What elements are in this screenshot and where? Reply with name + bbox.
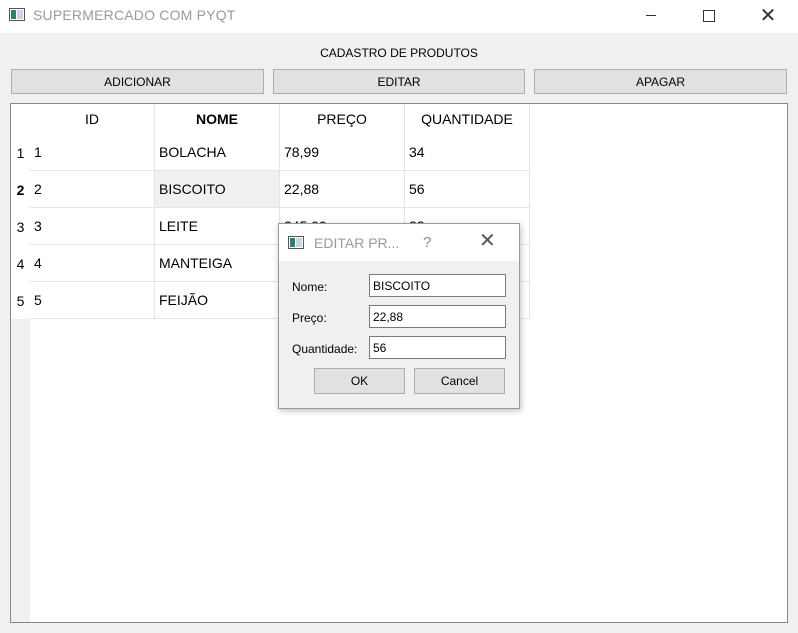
table-cell[interactable]: MANTEIGA	[155, 245, 280, 282]
help-icon[interactable]: ?	[423, 234, 431, 251]
table-cell[interactable]: 56	[405, 171, 530, 208]
edit-button[interactable]: EDITAR	[273, 69, 525, 94]
delete-button[interactable]: APAGAR	[534, 69, 787, 94]
table-cell[interactable]: 2	[30, 171, 155, 208]
table-cell[interactable]: 4	[30, 245, 155, 282]
table-corner[interactable]	[11, 104, 30, 134]
row-header-5[interactable]: 5	[11, 282, 30, 319]
table-cell[interactable]: 5	[30, 282, 155, 319]
row-header-1[interactable]: 1	[11, 134, 30, 171]
row-header-4[interactable]: 4	[11, 245, 30, 282]
row-header-3[interactable]: 3	[11, 208, 30, 245]
close-icon: ✕	[759, 4, 777, 27]
column-header-quantidade[interactable]: QUANTIDADE	[405, 104, 530, 134]
ok-button[interactable]: OK	[314, 368, 405, 394]
cancel-button[interactable]: Cancel	[414, 368, 505, 394]
table-cell[interactable]: 34	[405, 134, 530, 171]
edit-product-dialog: EDITAR PR... ? ✕ Nome: BISCOITO Preço: 2…	[278, 223, 520, 409]
name-label: Nome:	[292, 280, 328, 294]
price-label: Preço:	[292, 311, 327, 325]
dialog-titlebar: EDITAR PR... ? ✕	[279, 224, 519, 261]
quantity-label: Quantidade:	[292, 342, 358, 356]
table-cell[interactable]: BOLACHA	[155, 134, 280, 171]
table-cell[interactable]: 78,99	[280, 134, 405, 171]
name-field[interactable]: BISCOITO	[369, 274, 506, 297]
quantity-field[interactable]: 56	[369, 336, 506, 359]
table-cell[interactable]: 1	[30, 134, 155, 171]
table-cell[interactable]: 3	[30, 208, 155, 245]
table-cell[interactable]: LEITE	[155, 208, 280, 245]
table-cell-selected[interactable]: BISCOITO	[155, 171, 280, 208]
minimize-icon	[646, 15, 656, 16]
price-field[interactable]: 22,88	[369, 305, 506, 328]
window-titlebar: SUPERMERCADO COM PYQT ✕	[0, 0, 798, 33]
minimize-button[interactable]	[628, 0, 674, 31]
app-window-icon	[9, 8, 25, 21]
close-button[interactable]: ✕	[745, 0, 791, 31]
column-header-nome[interactable]: NOME	[155, 104, 280, 134]
column-header-preco[interactable]: PREÇO	[280, 104, 405, 134]
dialog-window-icon	[288, 236, 304, 249]
column-header-id[interactable]: ID	[30, 104, 155, 134]
add-button[interactable]: ADICIONAR	[11, 69, 264, 94]
dialog-title: EDITAR PR...	[314, 235, 400, 251]
table-cell[interactable]: 22,88	[280, 171, 405, 208]
dialog-close-icon[interactable]: ✕	[479, 231, 496, 251]
table-cell[interactable]: FEIJÃO	[155, 282, 280, 319]
maximize-button[interactable]	[686, 0, 732, 31]
page-title: CADASTRO DE PRODUTOS	[320, 46, 478, 60]
row-header-2[interactable]: 2	[11, 171, 30, 208]
maximize-icon	[703, 9, 715, 22]
window-title: SUPERMERCADO COM PYQT	[33, 7, 236, 23]
